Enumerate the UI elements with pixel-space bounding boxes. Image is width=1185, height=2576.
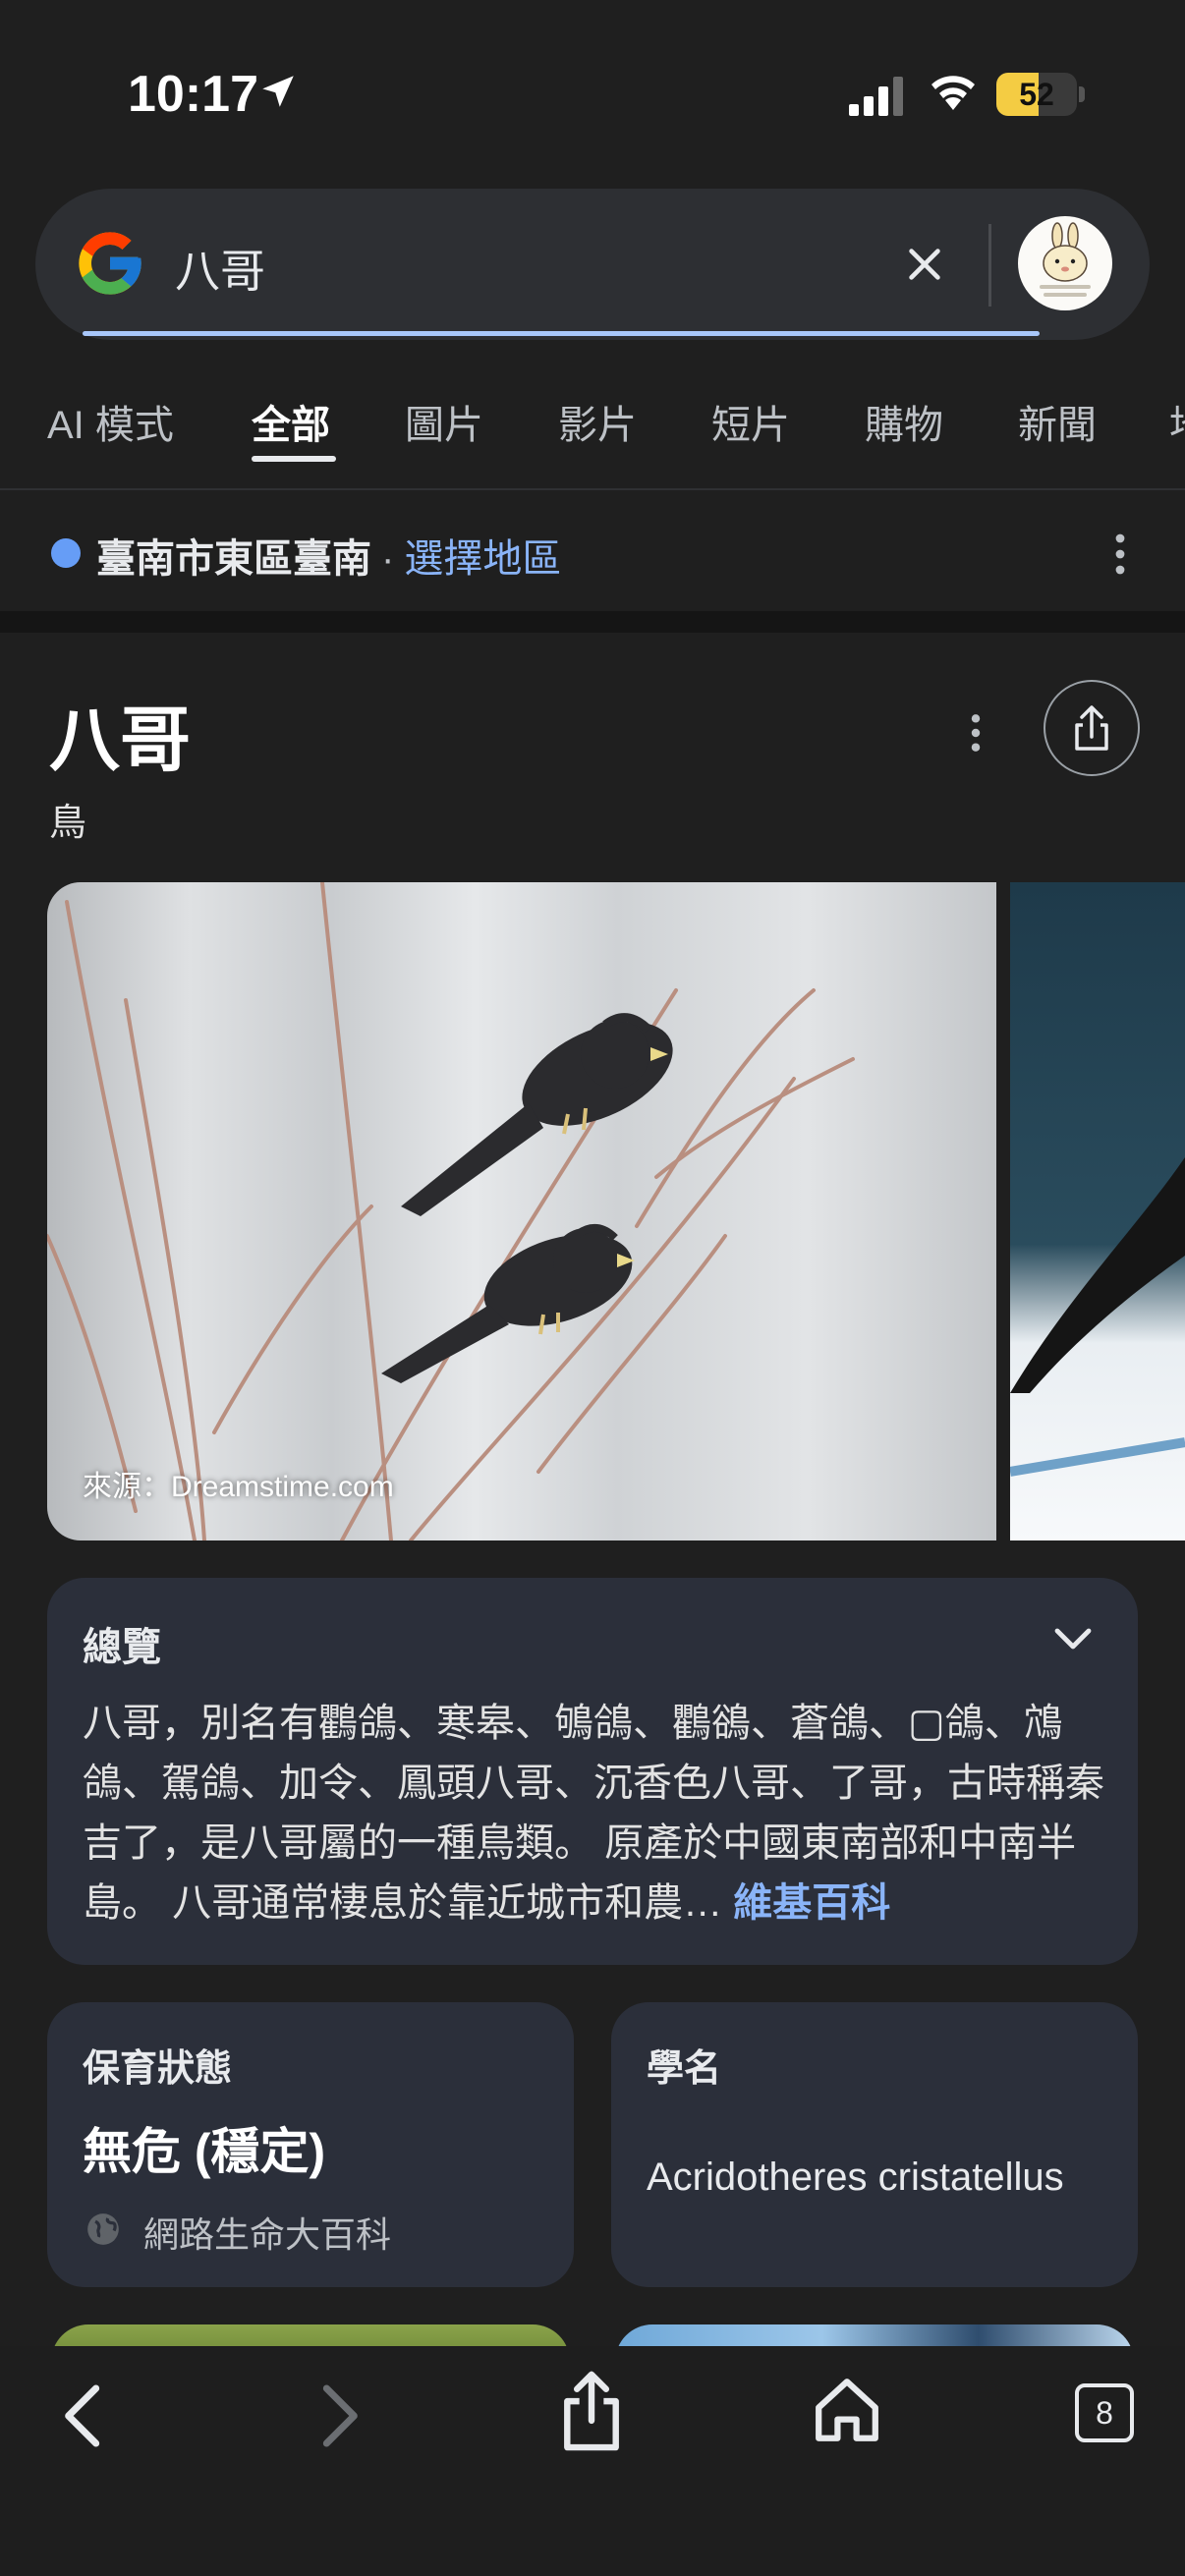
bird-photo-image (47, 882, 996, 1540)
tab-all[interactable]: 全部 (252, 393, 330, 450)
location-row: 臺南市東區臺南 · 選擇地區 (96, 527, 561, 584)
search-divider (988, 224, 991, 307)
panel-title: 八哥 (49, 701, 192, 780)
home-icon[interactable] (812, 2374, 882, 2446)
back-icon[interactable] (57, 2381, 112, 2450)
overview-ellipsis: … (683, 1881, 723, 1925)
google-logo-icon (79, 232, 141, 295)
location-separator: · (381, 537, 395, 581)
battery-percent: 52 (1019, 77, 1054, 112)
tab-shopping[interactable]: 購物 (865, 393, 943, 450)
choose-region-link[interactable]: 選擇地區 (404, 537, 561, 581)
chevron-down-icon[interactable] (1049, 1619, 1097, 1658)
scientific-name-card[interactable]: 學名 (611, 2002, 1138, 2287)
wifi-icon (931, 76, 975, 110)
avatar-bunny-icon (1040, 222, 1091, 297)
tabs-count-button[interactable]: 8 (1075, 2383, 1134, 2442)
location-name: 臺南市東區臺南 (96, 537, 371, 581)
conservation-heading: 保育狀態 (83, 2048, 233, 2090)
tabs-divider (0, 488, 1185, 490)
overview-body: 八哥，別名有鸜鴿、寒皋、鴝鴿、鸜鵒、蒼鴿、▢鴿、鴪鴿、駕鴿、加令、鳳頭八哥、沉香… (83, 1702, 1104, 1925)
image-source-caption: 來源：Dreamstime.com (83, 1471, 394, 1503)
tab-maps[interactable]: 地 (1169, 393, 1185, 450)
share-icon (1075, 705, 1108, 751)
section-gap (0, 611, 1185, 633)
more-vert-icon[interactable] (967, 711, 985, 755)
conservation-source[interactable]: 網路生命大百科 (143, 2207, 391, 2258)
more-vert-icon[interactable] (1100, 531, 1140, 578)
tab-active-indicator (252, 456, 336, 462)
bird-photo[interactable] (47, 882, 996, 1540)
location-dot-icon (51, 538, 81, 568)
tab-images[interactable]: 圖片 (405, 393, 483, 450)
search-tabs: AI 模式 全部 圖片 影片 短片 購物 新聞 地 (0, 379, 1185, 477)
overview-heading: 總覽 (83, 1626, 161, 1669)
search-query[interactable]: 八哥 (175, 236, 265, 301)
signal-icon (849, 77, 903, 116)
share-button[interactable] (1044, 680, 1140, 776)
panel-subtitle: 鳥 (49, 803, 87, 844)
battery-indicator: 52 (996, 73, 1077, 116)
bird-photo-2-image (1010, 882, 1185, 1540)
search-progress-underline (83, 331, 1040, 336)
globe-icon (87, 2213, 119, 2245)
share-icon[interactable] (554, 2370, 629, 2452)
status-time: 10:17 (128, 66, 258, 123)
avatar[interactable] (1018, 216, 1112, 310)
tab-ai-mode[interactable]: AI 模式 (47, 393, 174, 450)
tab-videos[interactable]: 影片 (558, 393, 637, 450)
tab-news[interactable]: 新聞 (1018, 393, 1097, 450)
wikipedia-link[interactable]: 維基百科 (733, 1881, 890, 1925)
forward-icon[interactable] (310, 2381, 366, 2450)
overview-text: 八哥，別名有鸜鴿、寒皋、鴝鴿、鸜鵒、蒼鴿、▢鴿、鴪鴿、駕鴿、加令、鳳頭八哥、沉香… (83, 1694, 1104, 1933)
clear-icon[interactable] (902, 242, 947, 287)
conservation-value: 無危 (穩定) (83, 2124, 326, 2179)
bird-photo-2[interactable] (1010, 882, 1185, 1540)
tab-short-videos[interactable]: 短片 (711, 393, 790, 450)
scientific-name-value: Acridotheres cristatellus (647, 2156, 1064, 2199)
location-arrow-icon (262, 76, 294, 107)
scientific-heading: 學名 (647, 2048, 722, 2090)
battery-nub (1079, 86, 1085, 102)
